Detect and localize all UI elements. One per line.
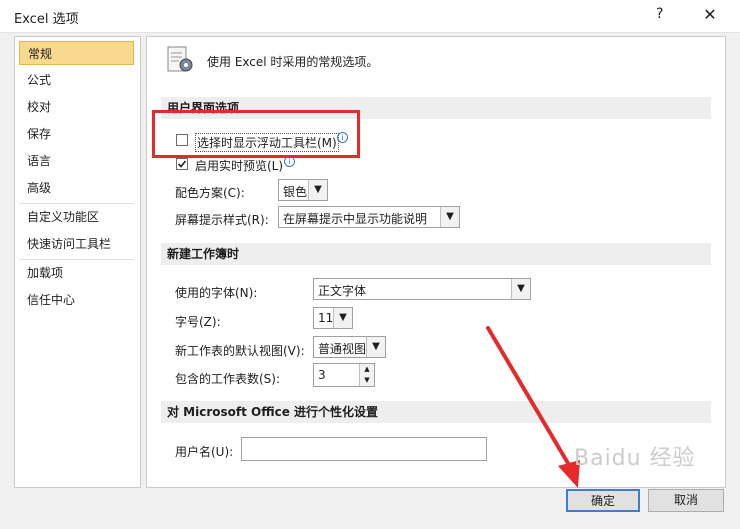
font-label: 使用的字体(N): — [175, 286, 258, 300]
options-nav: 常规 公式 校对 保存 语言 高级 自定义功能区 快速访问工具栏 加载项 信任中… — [14, 36, 141, 488]
color-scheme-label: 配色方案(C): — [175, 186, 245, 200]
chevron-down-icon[interactable]: ▼ — [440, 207, 459, 227]
nav-item-general[interactable]: 常规 — [19, 41, 134, 65]
screentip-select[interactable]: 在屏幕提示中显示功能说明 ▼ — [278, 206, 460, 228]
ok-button[interactable]: 确定 — [566, 489, 640, 512]
spin-up-icon[interactable]: ▲ — [359, 364, 374, 375]
screentip-value: 在屏幕提示中显示功能说明 — [283, 212, 428, 226]
sheet-count-label: 包含的工作表数(S): — [175, 372, 281, 386]
color-scheme-select[interactable]: 银色 ▼ — [278, 179, 328, 201]
nav-item-formulas[interactable]: 公式 — [19, 68, 134, 92]
spin-down-icon[interactable]: ▼ — [359, 375, 374, 386]
default-view-value: 普通视图 — [318, 342, 367, 356]
chevron-down-icon[interactable]: ▼ — [333, 308, 352, 328]
chevron-down-icon[interactable]: ▼ — [366, 337, 385, 357]
font-size-select[interactable]: 11 ▼ — [313, 307, 353, 329]
nav-divider — [19, 259, 134, 260]
color-scheme-value: 银色 — [283, 185, 308, 199]
nav-item-language[interactable]: 语言 — [19, 149, 134, 173]
checkmark-icon — [177, 160, 187, 168]
username-input[interactable] — [241, 437, 487, 461]
window-title: Excel 选项 — [14, 12, 79, 27]
sheet-count-spinner[interactable]: 3 ▲ ▼ — [313, 363, 375, 387]
font-size-label: 字号(Z): — [175, 315, 221, 329]
nav-item-proofing[interactable]: 校对 — [19, 95, 134, 119]
watermark: Baidu 经验 — [574, 446, 696, 471]
font-size-value: 11 — [318, 311, 334, 325]
font-select[interactable]: 正文字体 ▼ — [313, 278, 531, 300]
nav-item-trust-center[interactable]: 信任中心 — [19, 288, 134, 312]
highlight-box — [152, 110, 360, 158]
nav-item-quick-access[interactable]: 快速访问工具栏 — [19, 232, 134, 256]
options-content: 使用 Excel 时采用的常规选项。 用户界面选项 选择时显示浮动工具栏(M) … — [146, 36, 726, 488]
font-value: 正文字体 — [318, 284, 367, 298]
cancel-button[interactable]: 取消 — [648, 489, 724, 512]
nav-item-save[interactable]: 保存 — [19, 122, 134, 146]
screentip-label: 屏幕提示样式(R): — [175, 213, 269, 227]
general-intro-text: 使用 Excel 时采用的常规选项。 — [207, 55, 379, 69]
section-personalize: 对 Microsoft Office 进行个性化设置 — [161, 401, 711, 423]
username-label: 用户名(U): — [175, 445, 234, 459]
title-bar: Excel 选项 ? ✕ — [0, 0, 740, 33]
nav-item-advanced[interactable]: 高级 — [19, 176, 134, 200]
help-icon[interactable]: ? — [656, 6, 663, 22]
nav-item-customize-ribbon[interactable]: 自定义功能区 — [19, 205, 134, 229]
chevron-down-icon[interactable]: ▼ — [308, 180, 327, 200]
sheet-count-value: 3 — [318, 368, 326, 382]
section-new-workbook: 新建工作簿时 — [161, 243, 711, 265]
nav-item-addins[interactable]: 加载项 — [19, 261, 134, 285]
options-settings-icon — [167, 46, 193, 72]
default-view-select[interactable]: 普通视图 ▼ — [313, 336, 386, 358]
close-icon[interactable]: ✕ — [698, 3, 722, 27]
live-preview-checkbox[interactable] — [176, 158, 188, 170]
live-preview-label[interactable]: 启用实时预览(L) — [195, 157, 283, 174]
nav-divider — [19, 203, 134, 204]
chevron-down-icon[interactable]: ▼ — [511, 279, 530, 299]
default-view-label: 新工作表的默认视图(V): — [175, 344, 305, 358]
